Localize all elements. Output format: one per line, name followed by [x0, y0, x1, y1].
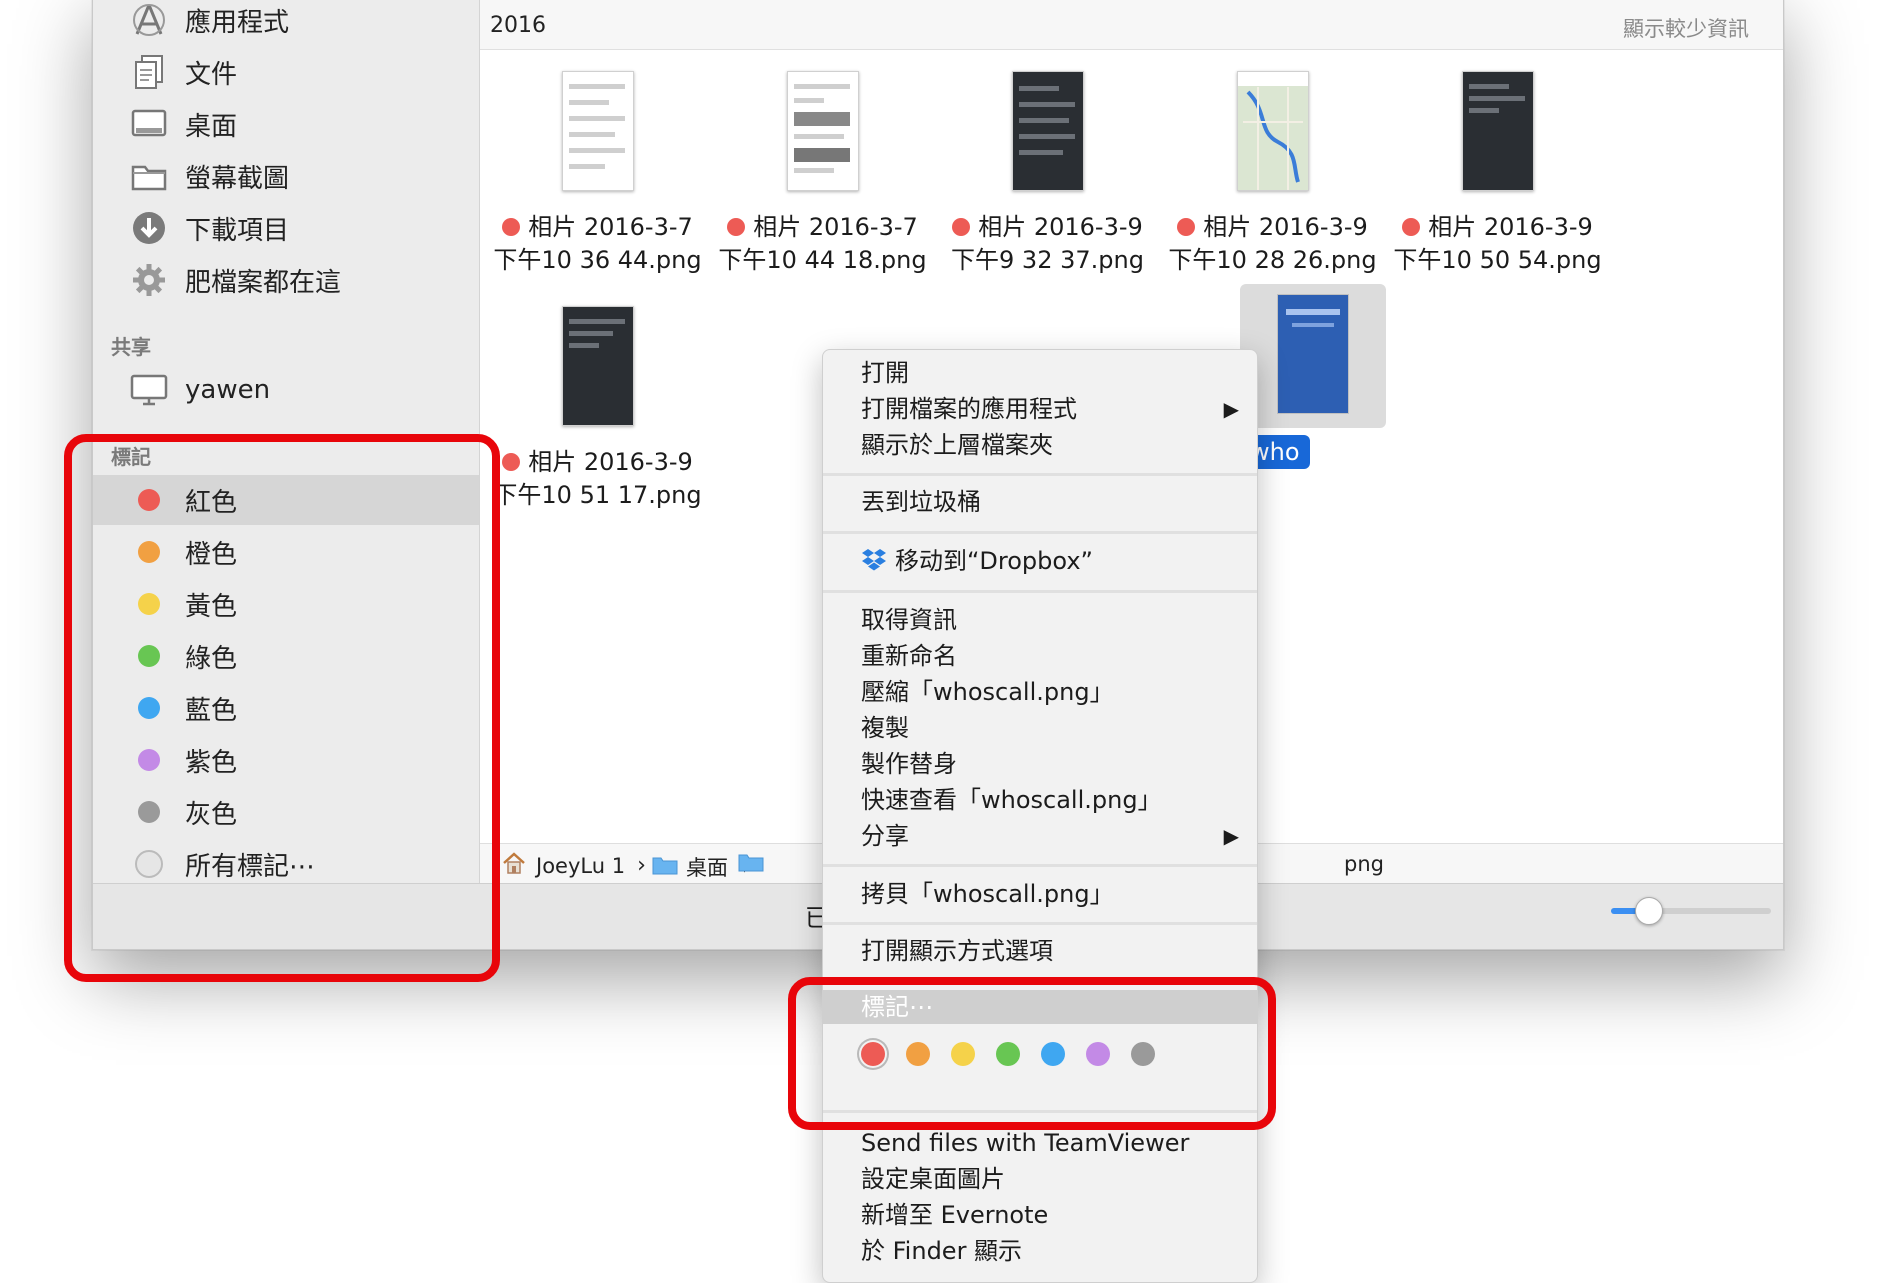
red-tag-dot [727, 218, 746, 236]
file-thumbnail [1277, 294, 1349, 414]
dropbox-icon [861, 547, 887, 581]
menu-item-rename[interactable]: 重新命名 [861, 639, 1241, 673]
file-item[interactable]: 相片 2016-3-7 下午10 44 18.png [710, 71, 935, 277]
highlight-box-sidebar-tags [64, 434, 500, 982]
file-thumbnail [786, 71, 859, 191]
downloads-icon [127, 208, 171, 248]
sidebar-item-downloads[interactable]: 下載項目 [93, 203, 479, 253]
file-name-line2: 下午10 44 18.png [718, 246, 927, 274]
file-name-line2: 下午9 32 37.png [951, 246, 1144, 274]
menu-item-quick-look[interactable]: 快速查看「whoscall.png」 [861, 783, 1241, 817]
sidebar-item-yawen[interactable]: yawen [93, 365, 479, 415]
file-thumbnail [561, 306, 634, 426]
file-thumbnail [1236, 71, 1309, 191]
menu-item-set-desktop[interactable]: 設定桌面圖片 [861, 1162, 1241, 1196]
file-name-line2: 下午10 50 54.png [1393, 246, 1602, 274]
sidebar-item-label: 螢幕截圖 [185, 163, 290, 194]
house-icon [502, 852, 526, 879]
computer-icon [127, 370, 171, 410]
path-file[interactable]: png [1344, 852, 1384, 876]
menu-item-share[interactable]: 分享 ▶ [861, 819, 1241, 853]
applications-icon [127, 0, 171, 40]
file-item[interactable]: 相片 2016-3-9 下午10 50 54.png [1385, 71, 1610, 277]
file-name-line1: 相片 2016-3-9 [1203, 213, 1368, 241]
sidebar-item-label: 下載項目 [185, 215, 290, 246]
menu-item-open-with[interactable]: 打開檔案的應用程式 ▶ [861, 392, 1241, 426]
menu-separator [823, 590, 1257, 593]
sidebar-item-label: yawen [185, 375, 271, 405]
file-name-line2: 下午10 36 44.png [493, 246, 702, 274]
menu-separator [823, 473, 1257, 476]
menu-separator [823, 531, 1257, 534]
menu-item-open[interactable]: 打開 [861, 356, 1241, 390]
menu-item-dropbox[interactable]: 移动到“Dropbox” [861, 544, 1241, 578]
highlight-box-menu-tags [788, 977, 1276, 1130]
slider-knob[interactable] [1635, 897, 1663, 925]
red-tag-dot [502, 453, 521, 471]
file-thumbnail [561, 71, 634, 191]
file-thumbnail [1461, 71, 1534, 191]
folder-icon [738, 852, 764, 877]
menu-item-make-alias[interactable]: 製作替身 [861, 747, 1241, 781]
desktop-icon [127, 104, 171, 144]
sidebar-item-label: 桌面 [185, 111, 238, 142]
documents-icon [127, 52, 171, 92]
menu-separator [823, 922, 1257, 925]
selected-file-item[interactable] [1240, 284, 1386, 428]
file-name-line1: 相片 2016-3-9 [1428, 213, 1593, 241]
file-name-line2: 下午10 28 26.png [1168, 246, 1377, 274]
path-desktop[interactable]: 桌面 › [652, 852, 751, 882]
menu-item-teamviewer[interactable]: Send files with TeamViewer [861, 1126, 1241, 1160]
file-name-line1: 相片 2016-3-9 [978, 213, 1143, 241]
menu-item-show-finder[interactable]: 於 Finder 顯示 [861, 1234, 1241, 1268]
menu-item-compress[interactable]: 壓縮「whoscall.png」 [861, 675, 1241, 709]
submenu-arrow-icon: ▶ [1223, 397, 1239, 421]
file-name-line1: 相片 2016-3-7 [753, 213, 918, 241]
menu-item-get-info[interactable]: 取得資訊 [861, 603, 1241, 637]
show-less-button[interactable]: 顯示較少資訊 [1623, 13, 1749, 43]
file-item[interactable]: 相片 2016-3-9 下午10 28 26.png [1160, 71, 1385, 277]
file-thumbnail [1011, 71, 1084, 191]
sidebar-item-applications[interactable]: 應用程式 [93, 0, 479, 45]
group-header: 2016 顯示較少資訊 [480, 0, 1783, 50]
sidebar-section-shared: 共享 [111, 335, 151, 359]
submenu-arrow-icon: ▶ [1223, 824, 1239, 848]
file-name-line1: 相片 2016-3-9 [528, 448, 693, 476]
chevron-right-icon: › [637, 853, 646, 878]
group-title: 2016 [490, 13, 546, 38]
red-tag-dot [952, 218, 971, 236]
folder-icon [652, 855, 678, 880]
file-name-line1: 相片 2016-3-7 [528, 213, 693, 241]
sidebar-item-screenshots[interactable]: 螢幕截圖 [93, 151, 479, 201]
file-item[interactable]: 相片 2016-3-9 下午9 32 37.png [935, 71, 1160, 277]
menu-item-evernote[interactable]: 新增至 Evernote [861, 1198, 1241, 1232]
sidebar-item-documents[interactable]: 文件 [93, 47, 479, 97]
menu-item-trash[interactable]: 丟到垃圾桶 [861, 485, 1241, 519]
menu-separator [823, 864, 1257, 867]
file-item[interactable]: 相片 2016-3-9 下午10 51 17.png [485, 306, 710, 512]
red-tag-dot [502, 218, 521, 236]
icon-size-slider[interactable] [1611, 897, 1771, 925]
file-name-line2: 下午10 51 17.png [493, 481, 702, 509]
path-home[interactable]: JoeyLu 1 › [502, 852, 646, 879]
gear-icon [127, 260, 171, 300]
sidebar-item-label: 文件 [185, 59, 238, 90]
menu-item-duplicate[interactable]: 複製 [861, 711, 1241, 745]
menu-item-show-enclosing[interactable]: 顯示於上層檔案夾 [861, 428, 1241, 462]
context-menu: 打開 打開檔案的應用程式 ▶ 顯示於上層檔案夾 丟到垃圾桶 移动到“Dropbox… [822, 349, 1258, 1283]
red-tag-dot [1402, 218, 1421, 236]
sidebar-item-big-files[interactable]: 肥檔案都在這 [93, 255, 479, 305]
red-tag-dot [1177, 218, 1196, 236]
menu-item-view-options[interactable]: 打開顯示方式選項 [861, 934, 1241, 968]
sidebar-item-desktop[interactable]: 桌面 [93, 99, 479, 149]
sidebar-item-label: 肥檔案都在這 [185, 267, 342, 298]
sidebar-item-label: 應用程式 [185, 7, 290, 38]
path-folder[interactable] [738, 852, 764, 877]
file-item[interactable]: 相片 2016-3-7 下午10 36 44.png [485, 71, 710, 277]
menu-item-copy[interactable]: 拷貝「whoscall.png」 [861, 877, 1241, 911]
folder-icon [127, 156, 171, 196]
